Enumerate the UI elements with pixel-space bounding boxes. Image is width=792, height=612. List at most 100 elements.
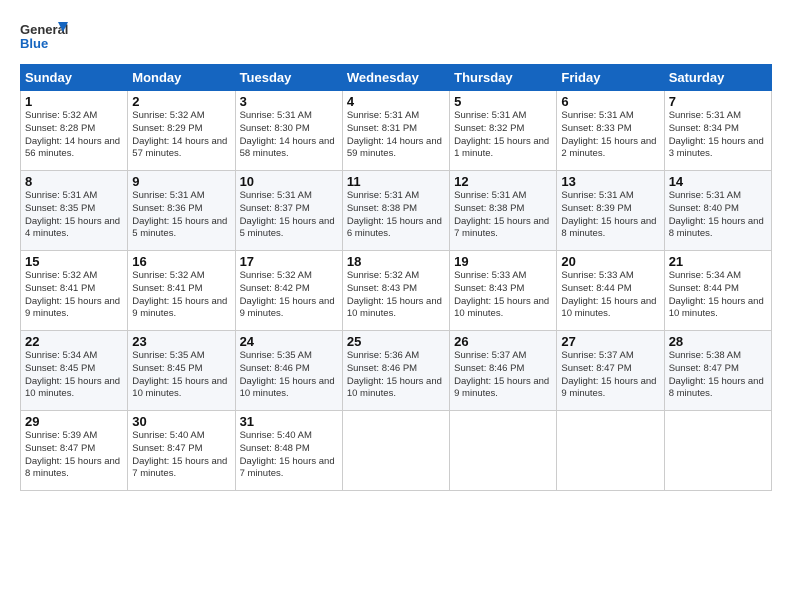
day-info: Sunrise: 5:32 AM Sunset: 8:41 PM Dayligh… (25, 270, 123, 321)
calendar-week-row: 1 Sunrise: 5:32 AM Sunset: 8:28 PM Dayli… (21, 91, 772, 171)
calendar-day-cell: 25 Sunrise: 5:36 AM Sunset: 8:46 PM Dayl… (342, 331, 449, 411)
calendar-day-cell: 7 Sunrise: 5:31 AM Sunset: 8:34 PM Dayli… (664, 91, 771, 171)
calendar-day-cell: 17 Sunrise: 5:32 AM Sunset: 8:42 PM Dayl… (235, 251, 342, 331)
calendar-day-cell: 3 Sunrise: 5:31 AM Sunset: 8:30 PM Dayli… (235, 91, 342, 171)
weekday-header-row: SundayMondayTuesdayWednesdayThursdayFrid… (21, 65, 772, 91)
day-number: 15 (25, 254, 123, 269)
calendar-day-cell: 9 Sunrise: 5:31 AM Sunset: 8:36 PM Dayli… (128, 171, 235, 251)
day-number: 18 (347, 254, 445, 269)
day-number: 3 (240, 94, 338, 109)
calendar-day-cell (664, 411, 771, 491)
day-number: 16 (132, 254, 230, 269)
day-info: Sunrise: 5:32 AM Sunset: 8:43 PM Dayligh… (347, 270, 445, 321)
day-info: Sunrise: 5:31 AM Sunset: 8:37 PM Dayligh… (240, 190, 338, 241)
calendar-day-cell: 16 Sunrise: 5:32 AM Sunset: 8:41 PM Dayl… (128, 251, 235, 331)
day-number: 21 (669, 254, 767, 269)
day-number: 31 (240, 414, 338, 429)
day-info: Sunrise: 5:32 AM Sunset: 8:41 PM Dayligh… (132, 270, 230, 321)
header: General Blue (20, 18, 772, 54)
day-info: Sunrise: 5:31 AM Sunset: 8:33 PM Dayligh… (561, 110, 659, 161)
calendar-day-cell: 5 Sunrise: 5:31 AM Sunset: 8:32 PM Dayli… (450, 91, 557, 171)
calendar-day-cell: 19 Sunrise: 5:33 AM Sunset: 8:43 PM Dayl… (450, 251, 557, 331)
day-info: Sunrise: 5:31 AM Sunset: 8:32 PM Dayligh… (454, 110, 552, 161)
calendar-day-cell (450, 411, 557, 491)
calendar-day-cell: 20 Sunrise: 5:33 AM Sunset: 8:44 PM Dayl… (557, 251, 664, 331)
day-info: Sunrise: 5:32 AM Sunset: 8:28 PM Dayligh… (25, 110, 123, 161)
day-info: Sunrise: 5:36 AM Sunset: 8:46 PM Dayligh… (347, 350, 445, 401)
weekday-header-cell: Friday (557, 65, 664, 91)
day-info: Sunrise: 5:31 AM Sunset: 8:30 PM Dayligh… (240, 110, 338, 161)
day-number: 1 (25, 94, 123, 109)
day-info: Sunrise: 5:33 AM Sunset: 8:43 PM Dayligh… (454, 270, 552, 321)
day-number: 29 (25, 414, 123, 429)
calendar-day-cell: 30 Sunrise: 5:40 AM Sunset: 8:47 PM Dayl… (128, 411, 235, 491)
calendar-day-cell: 8 Sunrise: 5:31 AM Sunset: 8:35 PM Dayli… (21, 171, 128, 251)
calendar-day-cell: 31 Sunrise: 5:40 AM Sunset: 8:48 PM Dayl… (235, 411, 342, 491)
day-info: Sunrise: 5:32 AM Sunset: 8:42 PM Dayligh… (240, 270, 338, 321)
day-number: 17 (240, 254, 338, 269)
weekday-header-cell: Tuesday (235, 65, 342, 91)
day-number: 11 (347, 174, 445, 189)
day-info: Sunrise: 5:33 AM Sunset: 8:44 PM Dayligh… (561, 270, 659, 321)
day-number: 4 (347, 94, 445, 109)
day-number: 23 (132, 334, 230, 349)
weekday-header-cell: Thursday (450, 65, 557, 91)
day-info: Sunrise: 5:35 AM Sunset: 8:45 PM Dayligh… (132, 350, 230, 401)
day-number: 10 (240, 174, 338, 189)
svg-text:Blue: Blue (20, 36, 48, 51)
calendar-day-cell: 2 Sunrise: 5:32 AM Sunset: 8:29 PM Dayli… (128, 91, 235, 171)
calendar-day-cell: 10 Sunrise: 5:31 AM Sunset: 8:37 PM Dayl… (235, 171, 342, 251)
calendar-day-cell: 22 Sunrise: 5:34 AM Sunset: 8:45 PM Dayl… (21, 331, 128, 411)
day-info: Sunrise: 5:31 AM Sunset: 8:34 PM Dayligh… (669, 110, 767, 161)
day-info: Sunrise: 5:31 AM Sunset: 8:35 PM Dayligh… (25, 190, 123, 241)
logo-icon: General Blue (20, 18, 68, 54)
day-number: 22 (25, 334, 123, 349)
day-info: Sunrise: 5:31 AM Sunset: 8:38 PM Dayligh… (347, 190, 445, 241)
day-info: Sunrise: 5:37 AM Sunset: 8:47 PM Dayligh… (561, 350, 659, 401)
calendar-day-cell: 21 Sunrise: 5:34 AM Sunset: 8:44 PM Dayl… (664, 251, 771, 331)
calendar-day-cell: 24 Sunrise: 5:35 AM Sunset: 8:46 PM Dayl… (235, 331, 342, 411)
calendar-day-cell: 14 Sunrise: 5:31 AM Sunset: 8:40 PM Dayl… (664, 171, 771, 251)
day-info: Sunrise: 5:39 AM Sunset: 8:47 PM Dayligh… (25, 430, 123, 481)
day-number: 7 (669, 94, 767, 109)
day-number: 26 (454, 334, 552, 349)
calendar-day-cell: 28 Sunrise: 5:38 AM Sunset: 8:47 PM Dayl… (664, 331, 771, 411)
calendar-day-cell: 29 Sunrise: 5:39 AM Sunset: 8:47 PM Dayl… (21, 411, 128, 491)
day-info: Sunrise: 5:31 AM Sunset: 8:31 PM Dayligh… (347, 110, 445, 161)
day-info: Sunrise: 5:37 AM Sunset: 8:46 PM Dayligh… (454, 350, 552, 401)
day-number: 24 (240, 334, 338, 349)
weekday-header-cell: Monday (128, 65, 235, 91)
day-info: Sunrise: 5:34 AM Sunset: 8:44 PM Dayligh… (669, 270, 767, 321)
page: General Blue SundayMondayTuesdayWednesda… (0, 0, 792, 501)
day-info: Sunrise: 5:31 AM Sunset: 8:40 PM Dayligh… (669, 190, 767, 241)
day-info: Sunrise: 5:35 AM Sunset: 8:46 PM Dayligh… (240, 350, 338, 401)
calendar-day-cell (342, 411, 449, 491)
weekday-header-cell: Sunday (21, 65, 128, 91)
calendar-day-cell: 4 Sunrise: 5:31 AM Sunset: 8:31 PM Dayli… (342, 91, 449, 171)
calendar-day-cell: 26 Sunrise: 5:37 AM Sunset: 8:46 PM Dayl… (450, 331, 557, 411)
logo: General Blue (20, 18, 68, 54)
calendar-day-cell: 12 Sunrise: 5:31 AM Sunset: 8:38 PM Dayl… (450, 171, 557, 251)
calendar-day-cell (557, 411, 664, 491)
calendar-day-cell: 27 Sunrise: 5:37 AM Sunset: 8:47 PM Dayl… (557, 331, 664, 411)
day-number: 30 (132, 414, 230, 429)
calendar-day-cell: 15 Sunrise: 5:32 AM Sunset: 8:41 PM Dayl… (21, 251, 128, 331)
day-number: 13 (561, 174, 659, 189)
day-number: 27 (561, 334, 659, 349)
day-info: Sunrise: 5:31 AM Sunset: 8:38 PM Dayligh… (454, 190, 552, 241)
day-number: 14 (669, 174, 767, 189)
calendar-day-cell: 1 Sunrise: 5:32 AM Sunset: 8:28 PM Dayli… (21, 91, 128, 171)
weekday-header-cell: Saturday (664, 65, 771, 91)
day-number: 19 (454, 254, 552, 269)
day-info: Sunrise: 5:31 AM Sunset: 8:39 PM Dayligh… (561, 190, 659, 241)
calendar-week-row: 22 Sunrise: 5:34 AM Sunset: 8:45 PM Dayl… (21, 331, 772, 411)
day-info: Sunrise: 5:32 AM Sunset: 8:29 PM Dayligh… (132, 110, 230, 161)
calendar-day-cell: 18 Sunrise: 5:32 AM Sunset: 8:43 PM Dayl… (342, 251, 449, 331)
day-number: 28 (669, 334, 767, 349)
weekday-header-cell: Wednesday (342, 65, 449, 91)
day-number: 12 (454, 174, 552, 189)
calendar-day-cell: 11 Sunrise: 5:31 AM Sunset: 8:38 PM Dayl… (342, 171, 449, 251)
day-number: 8 (25, 174, 123, 189)
calendar-table: SundayMondayTuesdayWednesdayThursdayFrid… (20, 64, 772, 491)
calendar-day-cell: 23 Sunrise: 5:35 AM Sunset: 8:45 PM Dayl… (128, 331, 235, 411)
